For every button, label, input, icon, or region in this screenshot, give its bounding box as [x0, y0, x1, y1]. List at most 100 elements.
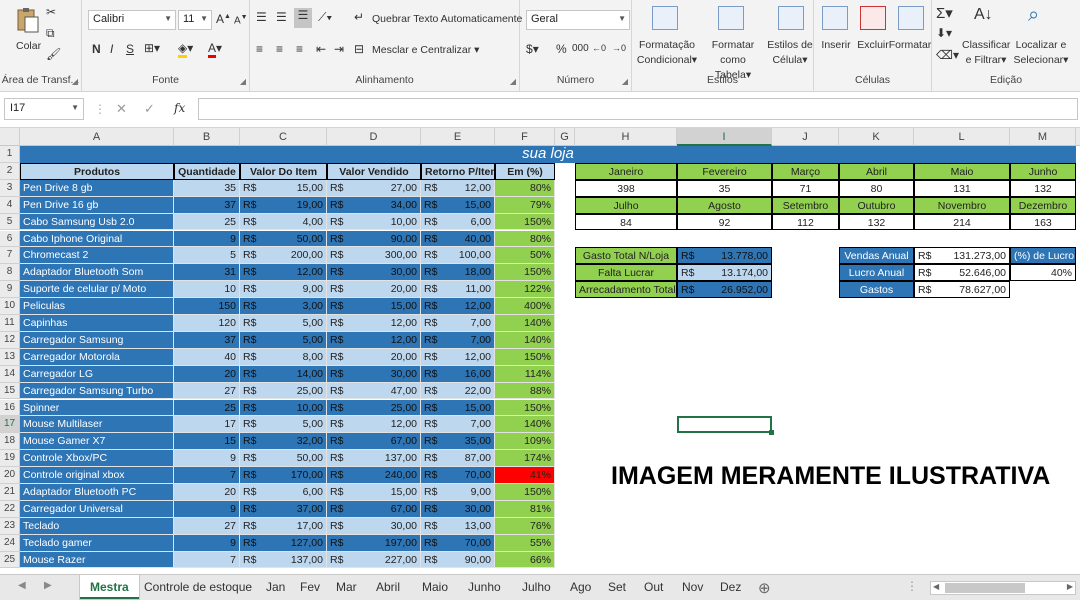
column-header-a[interactable]: A [20, 128, 174, 146]
product-qty[interactable]: 25 [174, 213, 240, 231]
product-sold-value[interactable]: R$ 12,00 [327, 315, 421, 332]
product-item-value[interactable]: R$ 50,00 [240, 230, 327, 248]
sheet-tab-abril[interactable]: Abril [366, 575, 410, 599]
month-value[interactable]: 132 [839, 213, 914, 231]
thousands-button[interactable]: 000 [572, 43, 589, 54]
header-c[interactable]: Valor Do Item [240, 162, 327, 180]
dialog-launcher-icon[interactable]: ◢ [510, 77, 516, 86]
profit-pct-value[interactable]: 40% [1010, 264, 1076, 282]
product-qty[interactable]: 5 [174, 247, 240, 265]
product-name[interactable]: Mouse Gamer X7 [20, 433, 174, 451]
month-value[interactable]: 132 [1010, 179, 1076, 197]
product-qty[interactable]: 9 [174, 230, 240, 248]
row-header-2[interactable]: 2 [0, 162, 20, 180]
scroll-thumb[interactable] [945, 583, 1025, 593]
row-header-9[interactable]: 9 [0, 281, 20, 299]
active-cell-cursor[interactable] [677, 416, 774, 436]
increase-indent-icon[interactable]: ⇥ [334, 42, 344, 56]
product-item-value[interactable]: R$ 37,00 [240, 500, 327, 518]
month-value[interactable]: 71 [772, 179, 839, 197]
summary-right-value[interactable]: R$ 52.646,00 [914, 264, 1010, 282]
fill-color-icon[interactable]: ◈▾ [178, 41, 193, 58]
sheet-tab-nov[interactable]: Nov [672, 575, 713, 599]
decrease-indent-icon[interactable]: ⇤ [316, 42, 326, 56]
row-header-3[interactable]: 3 [0, 179, 20, 197]
percent-button[interactable]: % [556, 42, 567, 56]
align-top-icon[interactable]: ☰ [256, 10, 267, 24]
clear-icon[interactable]: ⌫▾ [936, 48, 959, 62]
product-pct[interactable]: 114% [495, 365, 555, 383]
product-return[interactable]: R$ 13,00 [421, 517, 495, 535]
product-return[interactable]: R$ 7,00 [421, 315, 495, 332]
product-qty[interactable]: 120 [174, 315, 240, 332]
product-return[interactable]: R$ 9,00 [421, 484, 495, 501]
align-middle-icon[interactable]: ☰ [276, 10, 287, 24]
summary-right-label[interactable]: Gastos [839, 281, 914, 299]
product-sold-value[interactable]: R$ 12,00 [327, 331, 421, 349]
row-header-20[interactable]: 20 [0, 467, 20, 484]
find-select-button[interactable]: Localizar e Selecionar▾ [1010, 38, 1072, 68]
month-label[interactable]: Março [772, 162, 839, 180]
select-all-corner[interactable] [0, 128, 20, 146]
product-sold-value[interactable]: R$ 300,00 [327, 247, 421, 265]
product-qty[interactable]: 27 [174, 517, 240, 535]
sheet-tab-mar[interactable]: Mar [326, 575, 367, 599]
product-sold-value[interactable]: R$ 10,00 [327, 213, 421, 231]
align-bottom-icon[interactable]: ☰ [294, 8, 312, 28]
product-sold-value[interactable]: R$ 15,00 [327, 484, 421, 501]
product-pct[interactable]: 81% [495, 500, 555, 518]
product-qty[interactable]: 15 [174, 433, 240, 451]
increase-font-icon[interactable]: A▲ [216, 12, 231, 26]
product-item-value[interactable]: R$ 127,00 [240, 534, 327, 552]
font-size-combo[interactable]: 11 ▼ [178, 10, 212, 30]
wrap-text-button[interactable]: Quebrar Texto Automaticamente [372, 13, 522, 25]
row-header-11[interactable]: 11 [0, 315, 20, 332]
product-pct[interactable]: 55% [495, 534, 555, 552]
product-name[interactable]: Controle Xbox/PC [20, 450, 174, 468]
product-pct[interactable]: 150% [495, 399, 555, 417]
insert-button[interactable]: Inserir [818, 38, 854, 53]
row-header-7[interactable]: 7 [0, 247, 20, 265]
month-label[interactable]: Dezembro [1010, 196, 1076, 214]
product-return[interactable]: R$ 40,00 [421, 230, 495, 248]
summary-value[interactable]: R$ 13.778,00 [677, 247, 772, 265]
enter-icon[interactable]: ✓ [144, 101, 155, 117]
italic-button[interactable]: I [110, 42, 113, 56]
row-header-19[interactable]: 19 [0, 450, 20, 468]
autosum-icon[interactable]: Σ▾ [936, 4, 953, 22]
product-item-value[interactable]: R$ 50,00 [240, 450, 327, 468]
product-qty[interactable]: 9 [174, 534, 240, 552]
cancel-icon[interactable]: ✕ [116, 101, 127, 117]
product-item-value[interactable]: R$ 12,00 [240, 264, 327, 282]
product-qty[interactable]: 9 [174, 450, 240, 468]
row-header-8[interactable]: 8 [0, 264, 20, 282]
row-header-25[interactable]: 25 [0, 551, 20, 569]
header-a[interactable]: Produtos [20, 162, 174, 180]
tab-scroll-left-icon[interactable]: ◀ [18, 580, 26, 591]
sheet-tab-out[interactable]: Out [634, 575, 673, 599]
product-pct[interactable]: 150% [495, 348, 555, 366]
row-header-17[interactable]: 17 [0, 416, 20, 434]
product-pct[interactable]: 140% [495, 331, 555, 349]
delete-button[interactable]: Excluir [854, 38, 892, 53]
product-item-value[interactable]: R$ 10,00 [240, 399, 327, 417]
insert-function-button[interactable]: fx [174, 101, 185, 115]
product-sold-value[interactable]: R$ 27,00 [327, 179, 421, 197]
product-item-value[interactable]: R$ 32,00 [240, 433, 327, 451]
align-center-icon[interactable]: ≡ [276, 42, 283, 56]
product-return[interactable]: R$ 11,00 [421, 281, 495, 299]
product-qty[interactable]: 20 [174, 365, 240, 383]
product-pct[interactable]: 41% [495, 467, 555, 484]
column-header-k[interactable]: K [839, 128, 914, 146]
tab-splitter-icon[interactable]: ⋮ [906, 579, 918, 593]
product-qty[interactable]: 7 [174, 551, 240, 569]
summary-right-value[interactable]: R$ 78.627,00 [914, 281, 1010, 299]
product-qty[interactable]: 31 [174, 264, 240, 282]
product-pct[interactable]: 150% [495, 213, 555, 231]
product-name[interactable]: Adaptador Bluetooth PC [20, 484, 174, 501]
font-color-icon[interactable]: A▾ [208, 41, 222, 58]
sheet-tab-dez[interactable]: Dez [710, 575, 751, 599]
product-item-value[interactable]: R$ 4,00 [240, 213, 327, 231]
number-format-combo[interactable]: Geral ▼ [526, 10, 630, 30]
format-painter-icon[interactable]: 🖌 [46, 47, 61, 61]
